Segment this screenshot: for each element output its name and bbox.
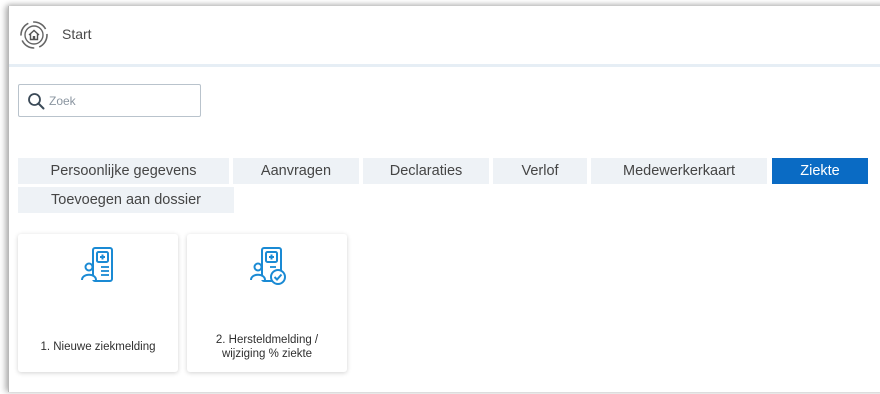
tab-label: Aanvragen (260, 163, 332, 179)
recovery-report-icon (248, 245, 288, 289)
tab-declaraties[interactable]: Declaraties (363, 158, 489, 184)
sick-report-icon (79, 245, 119, 289)
page-header: Start (9, 6, 880, 67)
tab-persoonlijke-gegevens[interactable]: Persoonlijke gegevens (18, 158, 229, 184)
tab-label: Ziekte (800, 163, 840, 179)
tab-verlof[interactable]: Verlof (493, 158, 587, 184)
tab-label: Verlof (521, 163, 559, 179)
tab-label: Medewerkerkaart (622, 163, 735, 179)
tab-aanvragen[interactable]: Aanvragen (233, 158, 359, 184)
search-input[interactable] (49, 91, 194, 111)
search-icon (27, 92, 45, 110)
tab-medewerkerkaart[interactable]: Medewerkerkaart (591, 158, 767, 184)
card-hersteldmelding[interactable]: 2. Hersteldmelding / wijziging % ziekte (187, 234, 347, 372)
page-title: Start (62, 26, 92, 42)
card-label: 2. Hersteldmelding / (215, 334, 319, 346)
tab-toevoegen-aan-dossier[interactable]: Toevoegen aan dossier (18, 187, 234, 213)
app-window: Start Persoonlijke gegevens Aanvragen De… (8, 6, 880, 392)
tab-label: Declaraties (389, 163, 463, 179)
tab-ziekte[interactable]: Ziekte (772, 158, 868, 184)
card-label: wijziging % ziekte (221, 348, 313, 360)
tab-label: Toevoegen aan dossier (51, 192, 201, 208)
card-label: 1. Nieuwe ziekmelding (40, 341, 156, 353)
search-box[interactable] (18, 84, 201, 117)
card-nieuwe-ziekmelding[interactable]: 1. Nieuwe ziekmelding (18, 234, 178, 372)
tab-label: Persoonlijke gegevens (50, 163, 197, 179)
home-icon[interactable] (19, 20, 49, 50)
